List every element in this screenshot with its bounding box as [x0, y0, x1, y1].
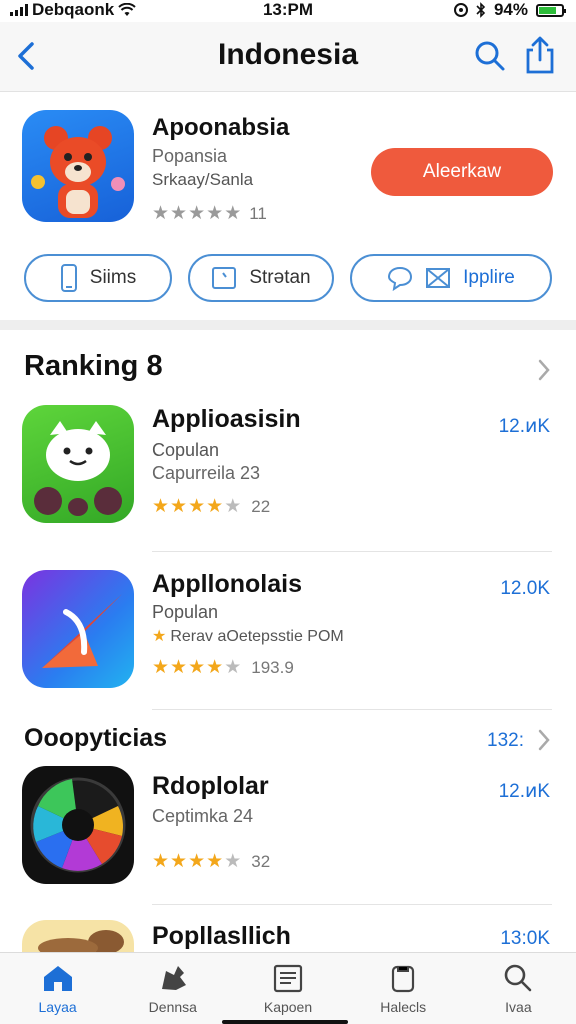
popular-item-name: Rdoplolar: [152, 772, 269, 800]
share-icon[interactable]: [520, 34, 560, 76]
rating-count: 193.9: [251, 657, 294, 677]
price-button[interactable]: 12.0K: [500, 578, 550, 600]
tab-bar: Layaa Dennsa Kapoen Halecls Ivaa: [0, 952, 576, 1024]
star-rating-icon: ★ ★ ★ ★ ★: [152, 203, 242, 224]
row-separator: [152, 904, 552, 905]
chevron-right-icon[interactable]: [536, 358, 552, 382]
ranking-item-category: Populan: [152, 602, 219, 622]
status-bar: Debqaonk 13:PM 94%: [0, 0, 576, 22]
featured-app-name: Apoonabsia: [152, 114, 290, 141]
chevron-right-icon[interactable]: [536, 728, 552, 752]
tab-today[interactable]: Layaa: [0, 953, 115, 1024]
action-label: Ipplire: [463, 267, 515, 288]
ranking-item-rating: ★ ★ ★ ★ ★ 22: [152, 495, 270, 518]
search-icon[interactable]: [470, 36, 510, 76]
home-icon: [43, 966, 72, 991]
price-button[interactable]: 12.ͷK: [499, 415, 550, 438]
featured-rating: ★ ★ ★ ★ ★ 11: [152, 202, 267, 225]
chat-icon: [388, 266, 413, 291]
battery-percent: 94%: [493, 0, 528, 19]
app-icon-cat[interactable]: [22, 405, 134, 523]
section-divider: [0, 320, 576, 330]
search-icon: [505, 964, 532, 992]
app-icon-spectrum[interactable]: [22, 766, 134, 884]
app-icon-kite[interactable]: [22, 570, 134, 688]
bluetooth-icon: [476, 2, 486, 18]
tab-label: Layaa: [38, 999, 77, 1015]
battery-icon: [536, 3, 566, 17]
tab-news[interactable]: Kapoen: [230, 953, 345, 1024]
news-icon: [273, 964, 303, 993]
cat-icon: [34, 421, 122, 516]
see-all-link[interactable]: 132:: [487, 730, 524, 752]
status-right: 94%: [453, 0, 566, 20]
price-button[interactable]: 13:0K: [500, 928, 550, 950]
ranking-title: Ranking 8: [24, 350, 163, 382]
bear-icon: [31, 126, 125, 218]
ranking-item-name: Appllonolais: [152, 570, 302, 598]
popular-item-meta: Ceptimka 24: [152, 806, 254, 826]
popular-item-name: Popllasllich: [152, 922, 291, 950]
nav-bar: Indonesia: [0, 22, 576, 92]
star-rating-icon: ★ ★ ★ ★ ★: [152, 496, 242, 517]
ranking-item-meta: ★ Rerav aOetepsstie POM: [152, 626, 344, 646]
screen-icon: [212, 267, 237, 289]
rating-count: 32: [251, 851, 271, 871]
ranking-item-category: Copulan: [152, 440, 220, 460]
tab-apps[interactable]: Halecls: [346, 953, 461, 1024]
action-pill-ipplire[interactable]: Ipplire: [350, 254, 552, 302]
get-button[interactable]: Aleerkaw: [371, 148, 553, 196]
location-icon: [453, 3, 468, 17]
spectrum-icon: [30, 777, 126, 873]
games-icon: [161, 966, 186, 990]
row-separator: [152, 551, 552, 552]
ranking-item-meta-text: Rerav aOetepsstie POM: [170, 628, 344, 645]
action-label: Siims: [89, 267, 137, 288]
tab-label: Kapoen: [263, 999, 313, 1015]
tab-search[interactable]: Ivaa: [461, 953, 576, 1024]
featured-app-subtitle: Popansia: [152, 146, 228, 166]
row-separator: [152, 709, 552, 710]
app-icon-dog[interactable]: [22, 920, 134, 952]
ranking-item-meta: Capurreila 23: [152, 463, 261, 483]
star-icon: ★: [152, 628, 167, 645]
kite-icon: [42, 594, 122, 668]
rating-count: 11: [249, 203, 267, 223]
tab-label: Dennsa: [148, 999, 197, 1015]
tab-label: Ivaa: [505, 999, 532, 1015]
dog-icon: [38, 930, 124, 952]
popular-title: Ooopyticias: [24, 724, 168, 752]
ranking-item-name: Applioasisin: [152, 405, 301, 433]
home-indicator: [222, 1020, 348, 1024]
price-button[interactable]: 12.ͷK: [499, 780, 550, 803]
rating-count: 22: [251, 496, 271, 516]
phone-icon: [60, 264, 77, 292]
action-label: Strətan: [249, 267, 311, 288]
ranking-item-rating: ★ ★ ★ ★ ★ 193.9: [152, 656, 294, 679]
featured-app-meta: Srkaay/Sanla: [152, 170, 254, 189]
featured-app: Apoonabsia Popansia Srkaay/Sanla ★ ★ ★ ★ ★ 1…: [0, 92, 576, 320]
star-rating-icon: ★ ★ ★ ★ ★: [152, 657, 242, 678]
tab-label: Halecls: [380, 999, 427, 1015]
apps-icon: [392, 965, 415, 993]
action-pill-stratan[interactable]: Strətan: [188, 254, 334, 302]
app-icon-bear[interactable]: [22, 110, 134, 222]
action-pill-sims[interactable]: Siims: [24, 254, 172, 302]
popular-item-rating: ★ ★ ★ ★ ★ 32: [152, 850, 270, 873]
tab-games[interactable]: Dennsa: [115, 953, 230, 1024]
mail-icon: [426, 268, 451, 288]
star-rating-icon: ★ ★ ★ ★ ★: [152, 851, 242, 872]
